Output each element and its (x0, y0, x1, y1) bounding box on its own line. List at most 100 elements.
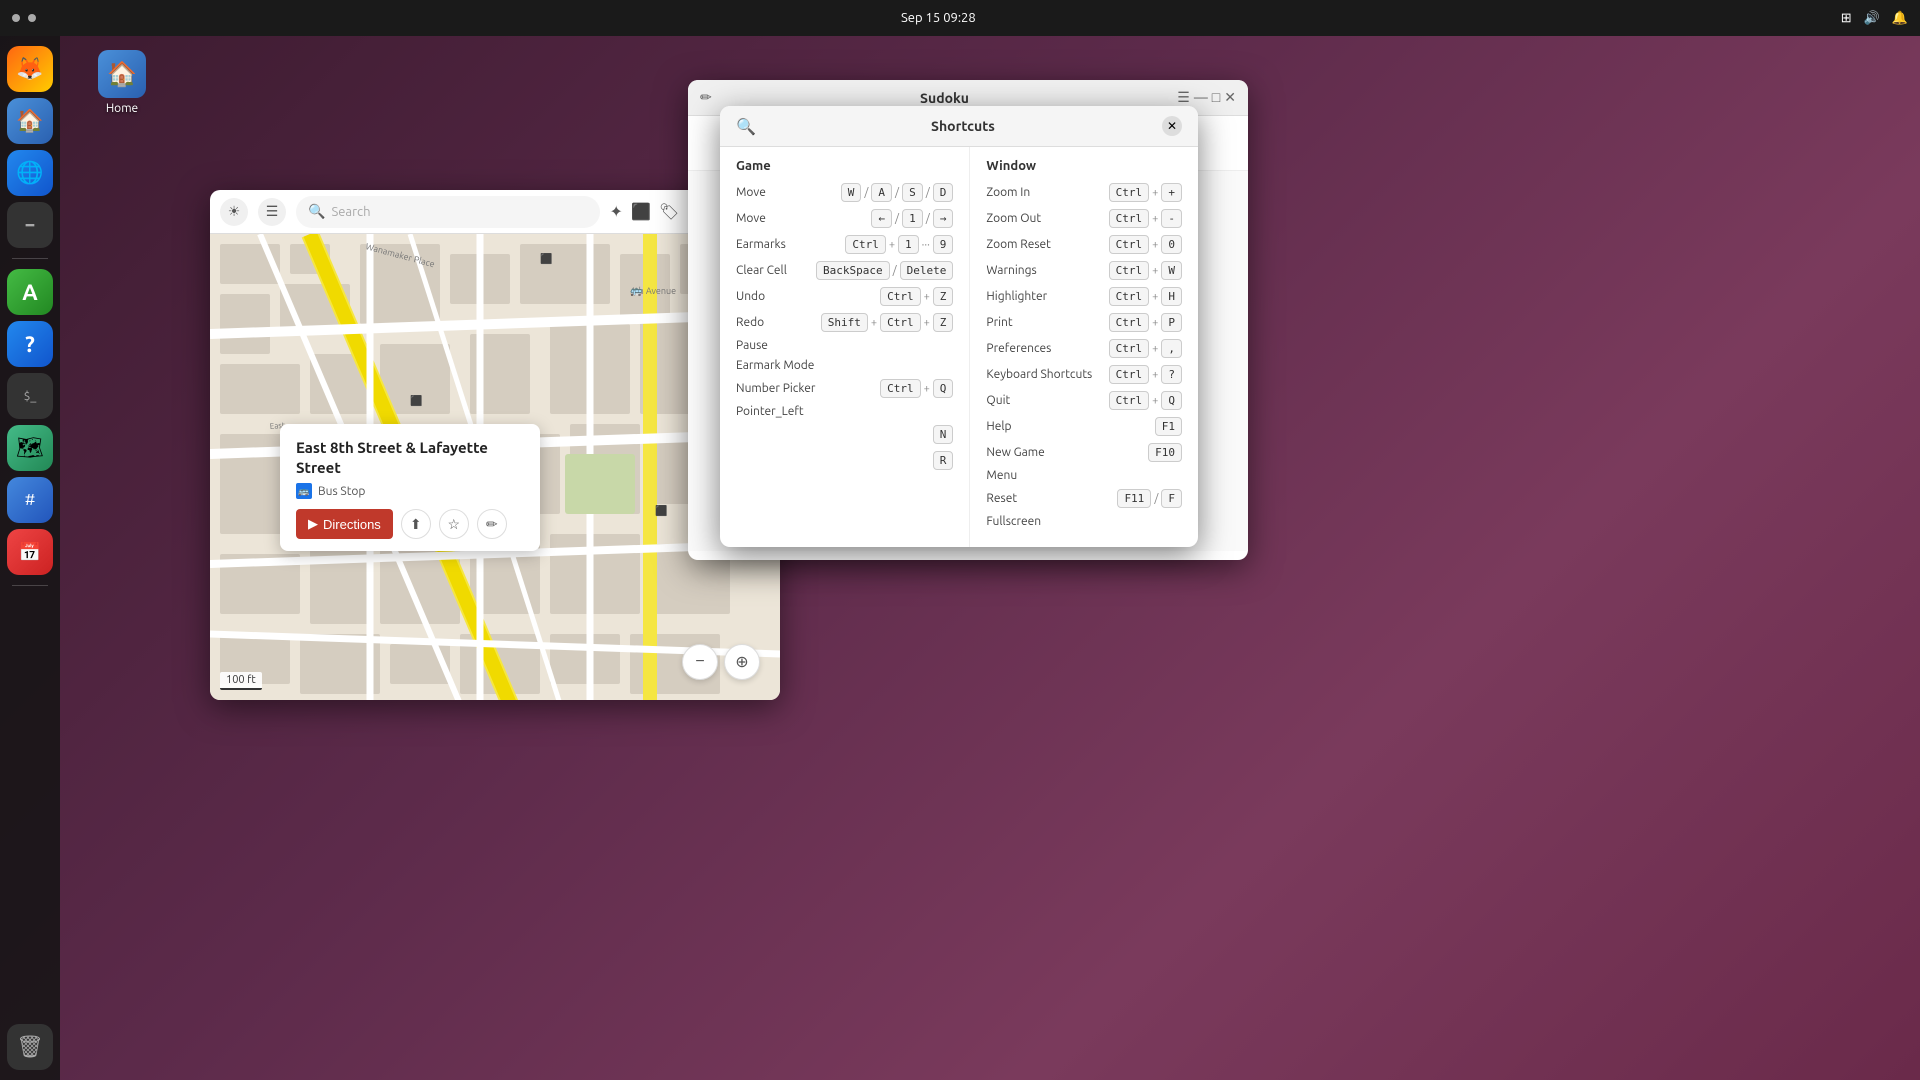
directions-icon: ▶ (308, 516, 318, 532)
map-copy-icon[interactable]: ⬛ (631, 202, 651, 221)
map-filter-icon[interactable]: ✦ (610, 202, 623, 221)
key-n: N (933, 425, 954, 444)
map-tag-icon[interactable]: 🏷 (659, 202, 679, 221)
sidebar-item-calendar[interactable]: 📅 (7, 529, 53, 575)
key-1: 1 (898, 235, 919, 254)
shortcut-keys-n: N (933, 425, 954, 444)
key-z-undo: Z (933, 287, 954, 306)
game-shortcuts-col: Game Move W / A / S / D Move ← (720, 147, 970, 547)
shortcut-keys-zoom-out: Ctrl + - (1109, 209, 1182, 228)
sep3: / (926, 187, 930, 199)
shortcut-action-highlighter: Highlighter (986, 290, 1066, 303)
sep-hl: + (1152, 291, 1158, 303)
bookmark-button[interactable]: ☆ (439, 509, 469, 539)
map-layers-button[interactable]: ☰ (258, 198, 286, 226)
shortcut-action-keyboard-shortcuts: Keyboard Shortcuts (986, 368, 1092, 381)
key-r: R (933, 451, 954, 470)
shortcut-keys-zoom-reset: Ctrl + 0 (1109, 235, 1182, 254)
shortcut-row-n: N (736, 425, 953, 444)
sep-print: + (1152, 317, 1158, 329)
sep7: ··· (922, 239, 930, 251)
shortcut-keys-earmarks: Ctrl + 1 ··· 9 (845, 235, 953, 254)
map-scale: 100 ft (220, 672, 262, 690)
zoom-out-button[interactable]: − (682, 644, 718, 680)
sidebar-item-home[interactable]: 🏠 (7, 98, 53, 144)
shortcuts-close-button[interactable]: ✕ (1162, 116, 1182, 136)
sidebar-separator (12, 258, 48, 259)
close-icon[interactable]: ✕ (1224, 89, 1236, 106)
sep-zo: + (1152, 213, 1158, 225)
network-icon: ⊞ (1841, 11, 1852, 26)
sidebar-item-maps[interactable]: 🗺 (7, 425, 53, 471)
hamburger-menu-icon[interactable]: ☰ (1177, 89, 1190, 106)
sep-zr: + (1152, 239, 1158, 251)
taskbar-datetime: Sep 15 09:28 (901, 11, 976, 25)
shortcuts-dialog: 🔍 Shortcuts ✕ Game Move W / A / S / D (720, 106, 1198, 547)
sep-pref: + (1152, 343, 1158, 355)
shortcut-row-highlighter: Highlighter Ctrl + H (986, 287, 1182, 306)
game-col-header: Game (736, 159, 953, 173)
shortcut-action-preferences: Preferences (986, 342, 1066, 355)
key-ctrl-undo: Ctrl (880, 287, 921, 306)
sidebar-item-firefox[interactable]: 🦊 (7, 46, 53, 92)
key-z-redo: Z (933, 313, 954, 332)
sidebar-item-terminal2[interactable]: $_ (7, 373, 53, 419)
key-p: P (1161, 313, 1182, 332)
shortcut-row-warnings: Warnings Ctrl + W (986, 261, 1182, 280)
shortcut-action-menu: Menu (986, 469, 1066, 482)
edit-button[interactable]: ✏ (477, 509, 507, 539)
sep12: + (924, 383, 930, 395)
shortcut-action-print: Print (986, 316, 1066, 329)
shortcut-row-move-wasd: Move W / A / S / D (736, 183, 953, 202)
sidebar-item-appstore[interactable]: A (7, 269, 53, 315)
popup-actions: ▶ Directions ⬆ ☆ ✏ (296, 509, 524, 539)
maximize-icon[interactable]: □ (1212, 89, 1220, 106)
taskbar: Sep 15 09:28 ⊞ 🔊 🔔 (0, 0, 1920, 36)
shortcut-row-clear-cell: Clear Cell BackSpace / Delete (736, 261, 953, 280)
sidebar-item-trash[interactable]: 🗑 (7, 1024, 53, 1070)
shortcut-row-move-arrows: Move ← / 1 / → (736, 209, 953, 228)
hamburger-icon[interactable]: ✏ (700, 89, 712, 106)
window-col-header: Window (986, 159, 1182, 173)
sidebar-item-terminal[interactable]: ━ (7, 202, 53, 248)
key-ctrl-ks: Ctrl (1109, 365, 1150, 384)
window-controls-right: ☰ — □ ✕ (1177, 89, 1236, 106)
shortcut-action-new-game: New Game (986, 446, 1066, 459)
desktop-icon-home[interactable]: 🏠 Home (82, 50, 162, 115)
window-shortcuts-col: Window Zoom In Ctrl + + Zoom Out Ctrl + … (970, 147, 1198, 547)
svg-text:⬛: ⬛ (655, 504, 667, 517)
sep11: + (924, 317, 930, 329)
directions-button[interactable]: ▶ Directions (296, 509, 393, 539)
shortcut-row-pointer: Pointer_Left (736, 405, 953, 418)
sep-quit: + (1152, 395, 1158, 407)
key-left-arrow: ← (871, 209, 892, 228)
sep2: / (895, 187, 899, 199)
sidebar-item-sudoku[interactable]: # (7, 477, 53, 523)
shortcut-keys-new-game: F10 (1148, 443, 1182, 462)
minimize-icon[interactable]: — (1194, 89, 1208, 106)
bus-stop-icon: 🚌 (296, 483, 312, 499)
shortcut-action-move2: Move (736, 212, 816, 225)
volume-icon: 🔊 (1864, 11, 1880, 26)
sep4: / (895, 213, 899, 225)
shortcuts-title: Shortcuts (764, 118, 1162, 134)
shortcut-row-preferences: Preferences Ctrl + , (986, 339, 1182, 358)
key-a: A (871, 183, 892, 202)
shortcut-keys-reset: F11 / F (1117, 489, 1182, 508)
shortcut-action-reset: Reset (986, 492, 1066, 505)
key-ctrl-print: Ctrl (1109, 313, 1150, 332)
key-ctrl-quit: Ctrl (1109, 391, 1150, 410)
shortcut-action-warnings: Warnings (986, 264, 1066, 277)
key-ctrl-pref: Ctrl (1109, 339, 1150, 358)
sidebar-item-browser[interactable]: 🌐 (7, 150, 53, 196)
shortcut-row-earmarks: Earmarks Ctrl + 1 ··· 9 (736, 235, 953, 254)
sidebar: 🦊 🏠 🌐 ━ A ? $_ 🗺 # 📅 🗑 (0, 36, 60, 1080)
zoom-in-button[interactable]: ⊕ (724, 644, 760, 680)
map-back-button[interactable]: ☀ (220, 198, 248, 226)
sidebar-item-help[interactable]: ? (7, 321, 53, 367)
key-ctrl-zr: Ctrl (1109, 235, 1150, 254)
share-button[interactable]: ⬆ (401, 509, 431, 539)
key-w: W (841, 183, 862, 202)
key-f10: F10 (1148, 443, 1182, 462)
shortcut-keys-arrows: ← / 1 / → (871, 209, 953, 228)
